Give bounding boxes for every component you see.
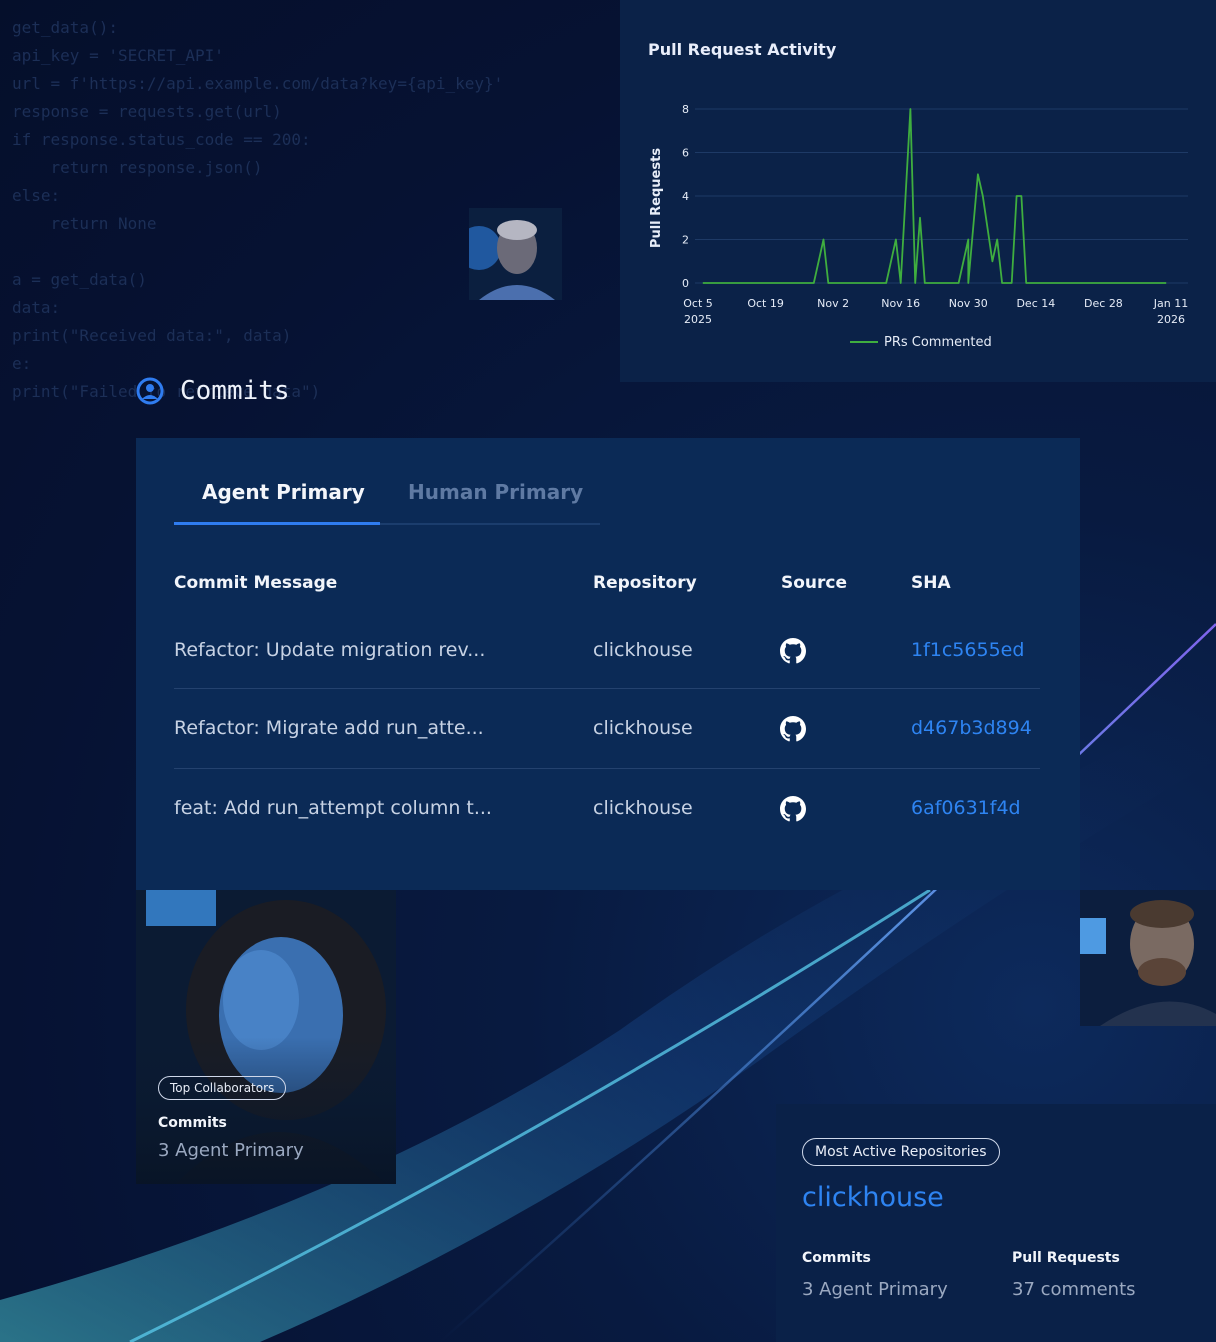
y-tick-label: 2 (682, 234, 689, 247)
repo-stat-value-pull-requests: 37 comments (1012, 1279, 1136, 1300)
most-active-repositories-badge: Most Active Repositories (802, 1138, 1000, 1166)
tab-agent-primary[interactable]: Agent Primary (202, 480, 365, 504)
sha-link[interactable]: 1f1c5655ed (911, 639, 1024, 661)
github-icon[interactable] (780, 716, 806, 742)
developer-photo-2 (1080, 890, 1216, 1026)
tab-human-primary[interactable]: Human Primary (408, 480, 583, 504)
y-tick-label: 4 (682, 190, 689, 203)
legend-label: PRs Commented (884, 335, 992, 350)
collaborator-stat-label: Commits (158, 1115, 227, 1131)
repository-cell: clickhouse (593, 639, 693, 661)
column-header-commit-message[interactable]: Commit Message (174, 573, 337, 593)
x-tick-label: Oct 19 (747, 297, 784, 310)
x-tick-label: Oct 5 (683, 297, 713, 310)
commit-message-cell: Refactor: Update migration rev... (174, 639, 486, 661)
x-tick-label: Jan 11 (1153, 297, 1188, 310)
sha-link[interactable]: d467b3d894 (911, 717, 1032, 739)
repository-cell: clickhouse (593, 717, 693, 739)
row-divider (174, 688, 1040, 689)
x-tick-label-year: 2026 (1157, 313, 1185, 326)
sha-link[interactable]: 6af0631f4d (911, 797, 1021, 819)
user-circle-icon (136, 377, 164, 405)
pr-activity-chart: 0 2 4 6 8 Oct 5 2025 Oct 19 Nov 2 Nov 16 Nov 30 Dec… (649, 103, 1188, 350)
developer-photo-1 (469, 208, 562, 300)
column-header-repository[interactable]: Repository (593, 573, 697, 593)
x-tick-label: Nov 2 (817, 297, 849, 310)
y-axis-label: Pull Requests (649, 148, 664, 248)
commit-message-cell: Refactor: Migrate add run_atte... (174, 717, 484, 739)
repo-stat-label-pull-requests: Pull Requests (1012, 1250, 1120, 1266)
y-tick-label: 6 (682, 147, 689, 160)
background-code-snippet: get_data(): api_key = 'SECRET_API' url =… (12, 18, 504, 401)
github-icon[interactable] (780, 638, 806, 664)
x-tick-label: Dec 14 (1016, 297, 1055, 310)
collaborator-stat-value: 3 Agent Primary (158, 1140, 304, 1161)
top-collaborators-badge: Top Collaborators (158, 1076, 287, 1100)
repo-stat-value-commits: 3 Agent Primary (802, 1279, 948, 1300)
column-header-source[interactable]: Source (781, 573, 847, 593)
commit-message-cell: feat: Add run_attempt column t... (174, 797, 492, 819)
x-tick-label: Nov 16 (881, 297, 920, 310)
row-divider (174, 768, 1040, 769)
active-tab-indicator (174, 522, 380, 525)
commits-card (136, 438, 1080, 890)
repository-name-link[interactable]: clickhouse (802, 1182, 944, 1213)
repository-cell: clickhouse (593, 797, 693, 819)
commits-heading: Commits (180, 376, 290, 406)
github-icon[interactable] (780, 796, 806, 822)
x-tick-label: Dec 28 (1084, 297, 1123, 310)
y-tick-label: 8 (682, 103, 689, 116)
y-tick-label: 0 (682, 277, 689, 290)
pr-activity-panel: Pull Request Activity 0 2 4 6 8 Oct 5 2025 Oct … (620, 0, 1216, 382)
repo-stat-label-commits: Commits (802, 1250, 871, 1266)
column-header-sha[interactable]: SHA (911, 573, 951, 593)
x-tick-label: Nov 30 (949, 297, 988, 310)
commits-section-header: Commits (136, 376, 290, 406)
x-tick-label-year: 2025 (684, 313, 712, 326)
